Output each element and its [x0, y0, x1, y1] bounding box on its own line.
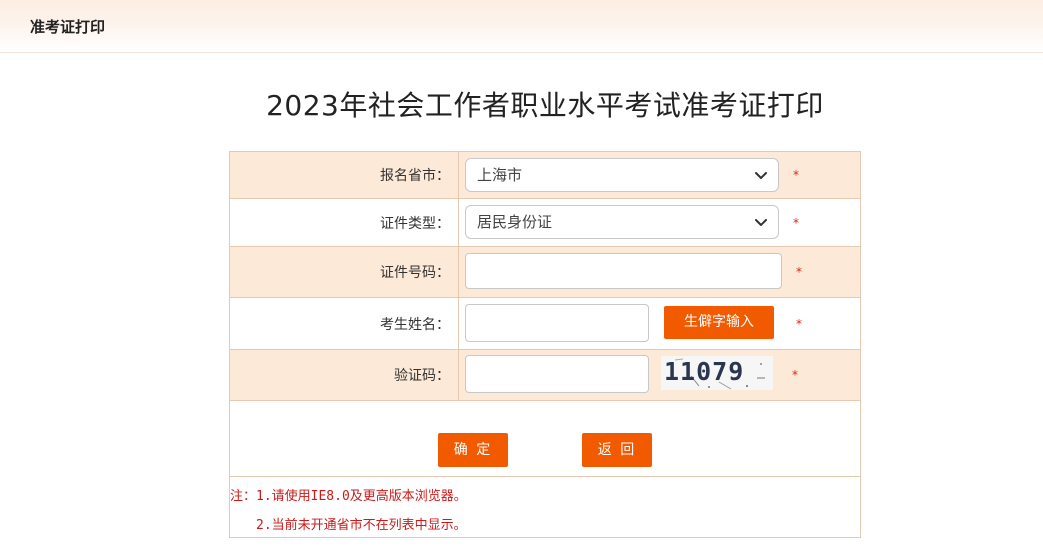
rare-char-input-button[interactable]: 生僻字输入	[664, 306, 774, 339]
province-label: 报名省市：	[229, 151, 459, 199]
print-form: 报名省市： 上海市 * 证件类型： 居民身份证 * 证件号码： * 考生姓名： …	[229, 151, 861, 538]
back-button[interactable]: 返 回	[582, 433, 652, 467]
id-type-selected-value: 居民身份证	[477, 213, 553, 231]
captcha-image[interactable]: 11079	[661, 356, 773, 390]
note-line-1: 注：1.请使用IE8.0及更高版本浏览器。	[230, 489, 467, 504]
breadcrumb: 准考证打印	[30, 18, 106, 36]
id-number-label: 证件号码：	[229, 246, 459, 298]
page-title: 2023年社会工作者职业水平考试准考证打印	[266, 89, 824, 122]
top-bar: 准考证打印	[0, 0, 1043, 53]
actions-row: 确 定 返 回	[229, 400, 861, 477]
captcha-code: 11079	[664, 357, 745, 386]
captcha-input[interactable]	[465, 355, 649, 393]
captcha-label: 验证码：	[229, 349, 459, 401]
note-line-2: 2.当前未开通省市不在列表中显示。	[256, 518, 467, 533]
id-type-row: 证件类型： 居民身份证 *	[229, 198, 861, 247]
required-mark: *	[796, 265, 802, 279]
id-number-input[interactable]	[465, 253, 782, 289]
name-row: 考生姓名： 生僻字输入 *	[229, 297, 861, 350]
captcha-row: 验证码： 11079 *	[229, 349, 861, 401]
candidate-name-input[interactable]	[465, 304, 649, 342]
confirm-button[interactable]: 确 定	[438, 433, 508, 467]
province-selected-value: 上海市	[477, 166, 523, 184]
id-type-select[interactable]: 居民身份证	[465, 205, 779, 239]
id-number-row: 证件号码： *	[229, 246, 861, 298]
name-label: 考生姓名：	[229, 297, 459, 350]
notes-row: 注：1.请使用IE8.0及更高版本浏览器。 2.当前未开通省市不在列表中显示。	[229, 476, 861, 538]
notes: 注：1.请使用IE8.0及更高版本浏览器。 2.当前未开通省市不在列表中显示。	[230, 477, 860, 537]
id-type-label: 证件类型：	[229, 198, 459, 247]
required-mark: *	[792, 368, 798, 382]
province-row: 报名省市： 上海市 *	[229, 151, 861, 199]
required-mark: *	[796, 316, 802, 331]
required-mark: *	[793, 168, 799, 182]
chevron-down-icon	[755, 219, 767, 226]
required-mark: *	[793, 215, 799, 230]
chevron-down-icon	[755, 172, 767, 179]
province-select[interactable]: 上海市	[465, 158, 779, 192]
